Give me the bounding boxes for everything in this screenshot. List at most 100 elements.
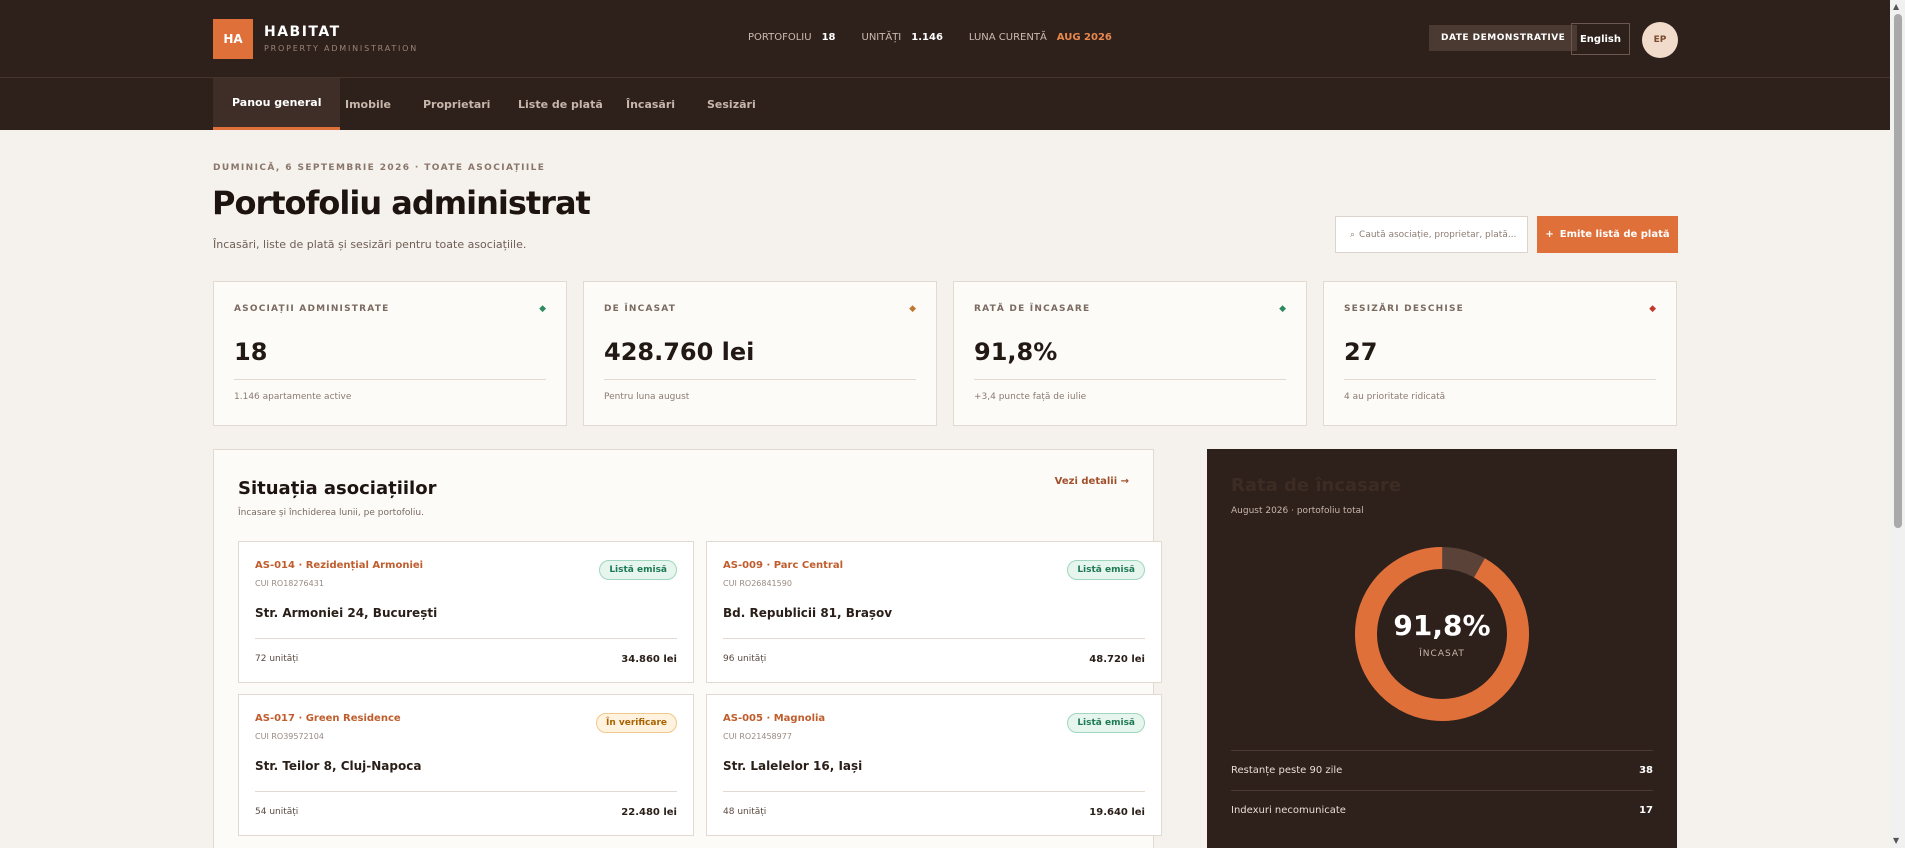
issue-button-label: Emite listă de plată	[1559, 229, 1670, 240]
tab-panou-general[interactable]: Panou general	[213, 78, 341, 130]
kpi-value: 91,8%	[974, 338, 1058, 366]
kpi-value: 18	[234, 338, 268, 366]
association-card[interactable]: AS-005 · Magnolia CUI RO21458977 Listă e…	[706, 694, 1162, 836]
association-units: 96 unități	[723, 654, 767, 664]
association-card[interactable]: AS-009 · Parc Central CUI RO26841590 Lis…	[706, 541, 1162, 683]
association-cui: CUI RO39572104	[255, 732, 324, 741]
brand-tagline: PROPERTY ADMINISTRATION	[264, 44, 419, 53]
association-address: Str. Lalelelor 16, Iași	[723, 759, 863, 773]
association-units: 48 unități	[723, 807, 767, 817]
kpi-label: RATĂ DE ÎNCASARE	[974, 304, 1091, 314]
status-badge: În verificare	[595, 713, 677, 733]
rate-row-label: Indexuri necomunicate	[1231, 805, 1346, 816]
kpi-note: 1.146 apartamente active	[234, 392, 352, 402]
brand-name: HABITAT	[264, 24, 341, 40]
panel-subtitle: Încasare și închiderea lunii, pe portofo…	[238, 508, 424, 518]
language-button[interactable]: English	[1571, 23, 1630, 55]
association-units: 54 unități	[255, 807, 299, 817]
divider	[255, 791, 677, 792]
kpi-card-to-collect: DE ÎNCASAT ◆ 428.760 lei Pentru luna aug…	[583, 281, 937, 426]
main-nav: Panou general Imobile Proprietari Liste …	[0, 78, 1890, 130]
status-badge: Listă emisă	[1067, 560, 1145, 580]
top-bar: HA HABITAT PROPERTY ADMINISTRATION PORTO…	[0, 0, 1890, 78]
kpi-note: +3,4 puncte față de iulie	[974, 392, 1087, 402]
divider	[604, 379, 916, 380]
stat-value: AUG 2026	[1056, 32, 1112, 43]
status-badge: Listă emisă	[599, 560, 677, 580]
association-cui: CUI RO18276431	[255, 579, 324, 588]
tab-imobile[interactable]: Imobile	[326, 78, 410, 130]
tab-sesizari[interactable]: Sesizări	[688, 78, 775, 130]
search-input[interactable]: ⌕ Caută asociație, proprietar, plată...	[1335, 216, 1528, 253]
association-card[interactable]: AS-017 · Green Residence CUI RO39572104 …	[238, 694, 694, 836]
tab-liste-de-plata[interactable]: Liste de plată	[499, 78, 622, 130]
scroll-down-icon[interactable]: ▼	[1893, 836, 1899, 845]
association-amount: 22.480 lei	[621, 807, 677, 818]
kpi-label: SESIZĂRI DESCHISE	[1344, 304, 1464, 314]
rate-row-label: Restanțe peste 90 zile	[1231, 765, 1343, 776]
associations-panel: Situația asociațiilor Încasare și închid…	[213, 449, 1162, 848]
page-title: Portofoliu administrat	[212, 184, 591, 222]
panel-title: Situația asociațiilor	[238, 478, 437, 499]
search-icon: ⌕	[1350, 229, 1356, 240]
association-code: AS-014 · Rezidențial Armoniei	[255, 560, 424, 571]
search-placeholder: Caută asociație, proprietar, plată...	[1359, 229, 1517, 240]
brand-logo[interactable]: HA	[213, 19, 253, 59]
diamond-icon: ◆	[539, 304, 546, 314]
association-amount: 19.640 lei	[1089, 807, 1145, 818]
kpi-value: 428.760 lei	[604, 338, 755, 366]
stat-current-month: LUNA CURENTĂ AUG 2026	[969, 32, 1112, 43]
association-code: AS-017 · Green Residence	[255, 713, 401, 724]
donut-percent: 91,8%	[1393, 609, 1491, 642]
date-line: DUMINICĂ, 6 SEPTEMBRIE 2026 · TOATE ASOC…	[213, 163, 546, 173]
kpi-card-associations: ASOCIAȚII ADMINISTRATE ◆ 18 1.146 aparta…	[213, 281, 567, 426]
association-code: AS-009 · Parc Central	[723, 560, 844, 571]
association-card[interactable]: AS-014 · Rezidențial Armoniei CUI RO1827…	[238, 541, 694, 683]
stat-label: PORTOFOLIU	[748, 32, 812, 43]
view-details-link[interactable]: Vezi detalii →	[1055, 476, 1129, 487]
stat-value: 1.146	[911, 32, 943, 43]
rate-row: Restanțe peste 90 zile 38	[1231, 750, 1653, 790]
donut-caption: ÎNCASAT	[1419, 649, 1465, 659]
status-badge: Listă emisă	[1067, 713, 1145, 733]
divider	[723, 638, 1145, 639]
issue-payment-list-button[interactable]: + Emite listă de plată	[1537, 216, 1678, 253]
association-cui: CUI RO21458977	[723, 732, 792, 741]
rate-row-value: 38	[1639, 765, 1653, 776]
association-amount: 48.720 lei	[1089, 654, 1145, 665]
header-stats: PORTOFOLIU 18 UNITĂȚI 1.146 LUNA CURENTĂ…	[748, 32, 1138, 43]
kpi-card-open-tickets: SESIZĂRI DESCHISE ◆ 27 4 au prioritate r…	[1323, 281, 1677, 426]
divider	[255, 638, 677, 639]
diamond-icon: ◆	[1649, 304, 1656, 314]
stat-label: LUNA CURENTĂ	[968, 32, 1047, 43]
panel-title: Rata de încasare	[1231, 475, 1402, 496]
panel-subtitle: August 2026 · portofoliu total	[1231, 506, 1364, 516]
kpi-note: 4 au prioritate ridicată	[1344, 392, 1446, 402]
divider	[234, 379, 546, 380]
association-address: Str. Armoniei 24, București	[255, 606, 438, 620]
plus-icon: +	[1545, 229, 1554, 240]
collection-rate-panel: Rata de încasare August 2026 · portofoli…	[1207, 449, 1677, 848]
tab-incasari[interactable]: Încasări	[607, 78, 694, 130]
tab-proprietari[interactable]: Proprietari	[404, 78, 509, 130]
demo-data-button[interactable]: DATE DEMONSTRATIVE	[1429, 25, 1578, 51]
divider	[723, 791, 1145, 792]
stat-value: 18	[821, 32, 836, 43]
avatar[interactable]: EP	[1642, 22, 1678, 58]
diamond-icon: ◆	[1279, 304, 1286, 314]
divider	[974, 379, 1286, 380]
kpi-value: 27	[1344, 338, 1378, 366]
kpi-note: Pentru luna august	[604, 392, 690, 402]
association-address: Bd. Republicii 81, Brașov	[723, 606, 893, 620]
rate-row-value: 17	[1639, 805, 1653, 816]
scrollbar-thumb[interactable]	[1894, 14, 1902, 528]
scroll-up-icon[interactable]: ▲	[1893, 2, 1899, 11]
stat-portfolio: PORTOFOLIU 18	[748, 32, 836, 43]
association-address: Str. Teilor 8, Cluj-Napoca	[255, 759, 422, 773]
association-cui: CUI RO26841590	[723, 579, 792, 588]
association-units: 72 unități	[255, 654, 299, 664]
page-subtitle: Încasări, liste de plată și sesizări pen…	[213, 238, 527, 251]
diamond-icon: ◆	[909, 304, 916, 314]
stat-label: UNITĂȚI	[861, 32, 902, 43]
kpi-card-collection-rate: RATĂ DE ÎNCASARE ◆ 91,8% +3,4 puncte faț…	[953, 281, 1307, 426]
